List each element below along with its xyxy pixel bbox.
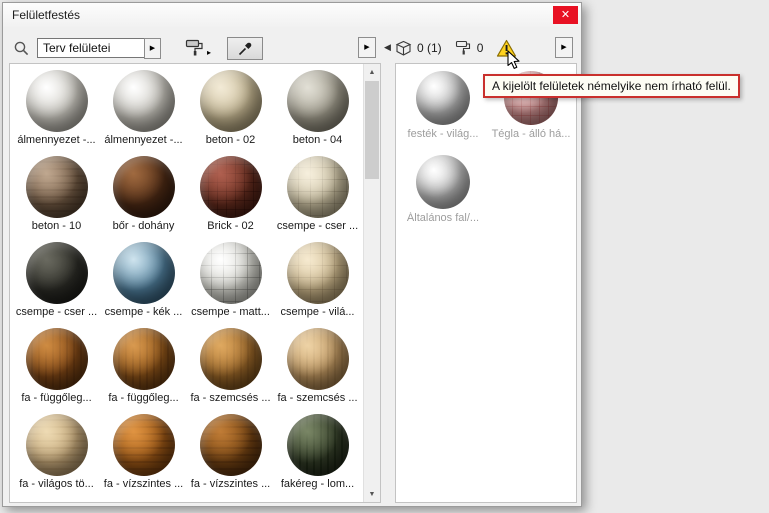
scroll-up-button[interactable]: ▲ xyxy=(364,64,380,80)
material-sphere xyxy=(26,156,88,218)
eyedropper-icon xyxy=(237,40,254,57)
material-sphere xyxy=(287,328,349,390)
paint-roller-icon[interactable] xyxy=(185,39,205,57)
surface-source-input[interactable] xyxy=(37,38,145,58)
material-sphere xyxy=(113,156,175,218)
surfaces-cube-icon xyxy=(395,40,412,57)
material-item[interactable]: fa - vízszintes ... xyxy=(187,410,274,496)
material-label: festék - világ... xyxy=(399,128,487,140)
material-label: álmennyezet -... xyxy=(100,134,187,146)
material-label: csempe - matt... xyxy=(187,306,274,318)
source-flyout-button[interactable]: ▶ xyxy=(144,38,161,59)
material-item[interactable]: csempe - cser ... xyxy=(274,152,361,238)
material-sphere xyxy=(113,414,175,476)
material-sphere xyxy=(113,242,175,304)
material-label: fa - világos tö... xyxy=(13,478,100,490)
material-label: fa - vízszintes ... xyxy=(100,478,187,490)
material-sphere xyxy=(287,414,349,476)
left-toolbar: ▶ ▸ xyxy=(13,35,263,61)
collapse-panel-arrow[interactable]: ◀ xyxy=(384,43,391,52)
material-sphere xyxy=(26,70,88,132)
material-item[interactable]: beton - 02 xyxy=(187,66,274,152)
applied-header: 0 (1) 0 xyxy=(395,35,517,61)
surfaces-count: 0 (1) xyxy=(417,41,442,55)
material-sphere xyxy=(26,328,88,390)
material-label: beton - 04 xyxy=(274,134,361,146)
material-label: fakéreg - lom... xyxy=(274,478,361,490)
material-label: fa - vízszintes ... xyxy=(187,478,274,490)
material-label: beton - 10 xyxy=(13,220,100,232)
material-label: bőr - dohány xyxy=(100,220,187,232)
material-item[interactable]: csempe - cser ... xyxy=(13,238,100,324)
material-label: Brick - 02 xyxy=(187,220,274,232)
mouse-cursor xyxy=(506,50,524,70)
roller-flyout-arrow[interactable]: ▸ xyxy=(207,49,211,57)
eyedropper-button[interactable] xyxy=(227,37,263,60)
scroll-thumb[interactable] xyxy=(365,81,379,179)
material-item[interactable]: fa - világos tö... xyxy=(13,410,100,496)
material-item[interactable]: beton - 10 xyxy=(13,152,100,238)
paint-count-icon xyxy=(455,40,472,56)
material-list-panel: álmennyezet -...álmennyezet -...beton - … xyxy=(9,63,381,503)
material-grid: álmennyezet -...álmennyezet -...beton - … xyxy=(10,64,380,496)
material-item[interactable]: fa - függőleg... xyxy=(100,324,187,410)
material-item[interactable]: fa - függőleg... xyxy=(13,324,100,410)
material-sphere xyxy=(200,70,262,132)
material-item[interactable]: fa - vízszintes ... xyxy=(100,410,187,496)
material-sphere xyxy=(200,328,262,390)
material-label: fa - szemcsés ... xyxy=(274,392,361,404)
material-sphere xyxy=(287,242,349,304)
material-item[interactable]: bőr - dohány xyxy=(100,152,187,238)
material-sphere xyxy=(416,155,470,209)
material-item[interactable]: fa - szemcsés ... xyxy=(187,324,274,410)
material-label: fa - függőleg... xyxy=(13,392,100,404)
warning-tooltip: A kijelölt felületek némelyike nem írhat… xyxy=(483,74,740,98)
material-label: álmennyezet -... xyxy=(13,134,100,146)
material-sphere xyxy=(287,70,349,132)
material-item[interactable]: beton - 04 xyxy=(274,66,361,152)
material-item[interactable]: csempe - matt... xyxy=(187,238,274,324)
material-label: csempe - cser ... xyxy=(274,220,361,232)
material-sphere xyxy=(26,414,88,476)
material-item[interactable]: álmennyezet -... xyxy=(100,66,187,152)
material-item[interactable]: álmennyezet -... xyxy=(13,66,100,152)
material-item[interactable]: fa - szemcsés ... xyxy=(274,324,361,410)
material-label: Általános fal/... xyxy=(399,212,487,224)
material-item[interactable]: fakéreg - lom... xyxy=(274,410,361,496)
applied-surface-item[interactable]: festék - világ... xyxy=(399,68,487,152)
material-sphere xyxy=(113,328,175,390)
material-sphere xyxy=(200,414,262,476)
material-sphere xyxy=(200,242,262,304)
search-icon xyxy=(13,40,30,57)
material-item[interactable]: csempe - kék ... xyxy=(100,238,187,324)
material-sphere xyxy=(26,242,88,304)
material-label: Tégla - álló há... xyxy=(487,128,575,140)
scrollbar[interactable]: ▲ ▼ xyxy=(363,64,380,502)
material-label: fa - szemcsés ... xyxy=(187,392,274,404)
applied-surface-item[interactable]: Általános fal/... xyxy=(399,152,487,236)
titlebar[interactable]: Felületfestés xyxy=(3,3,581,27)
material-label: csempe - cser ... xyxy=(13,306,100,318)
material-label: csempe - vilá... xyxy=(274,306,361,318)
material-sphere xyxy=(113,70,175,132)
material-sphere xyxy=(416,71,470,125)
applied-list-panel: festék - világ...Tégla - álló há... Által… xyxy=(395,63,577,503)
paint-count: 0 xyxy=(477,41,484,55)
material-sphere xyxy=(200,156,262,218)
material-item[interactable]: csempe - vilá... xyxy=(274,238,361,324)
material-label: csempe - kék ... xyxy=(100,306,187,318)
material-item[interactable]: Brick - 02 xyxy=(187,152,274,238)
material-sphere xyxy=(287,156,349,218)
material-label: beton - 02 xyxy=(187,134,274,146)
right-panel-flyout-button[interactable]: ▶ xyxy=(555,37,573,58)
left-panel-flyout-button[interactable]: ▶ xyxy=(358,37,376,58)
material-label: fa - függőleg... xyxy=(100,392,187,404)
window-title: Felületfestés xyxy=(12,8,80,22)
close-button[interactable]: ✕ xyxy=(553,6,578,24)
scroll-down-button[interactable]: ▼ xyxy=(364,486,380,502)
warning-tooltip-text: A kijelölt felületek némelyike nem írhat… xyxy=(492,79,731,93)
